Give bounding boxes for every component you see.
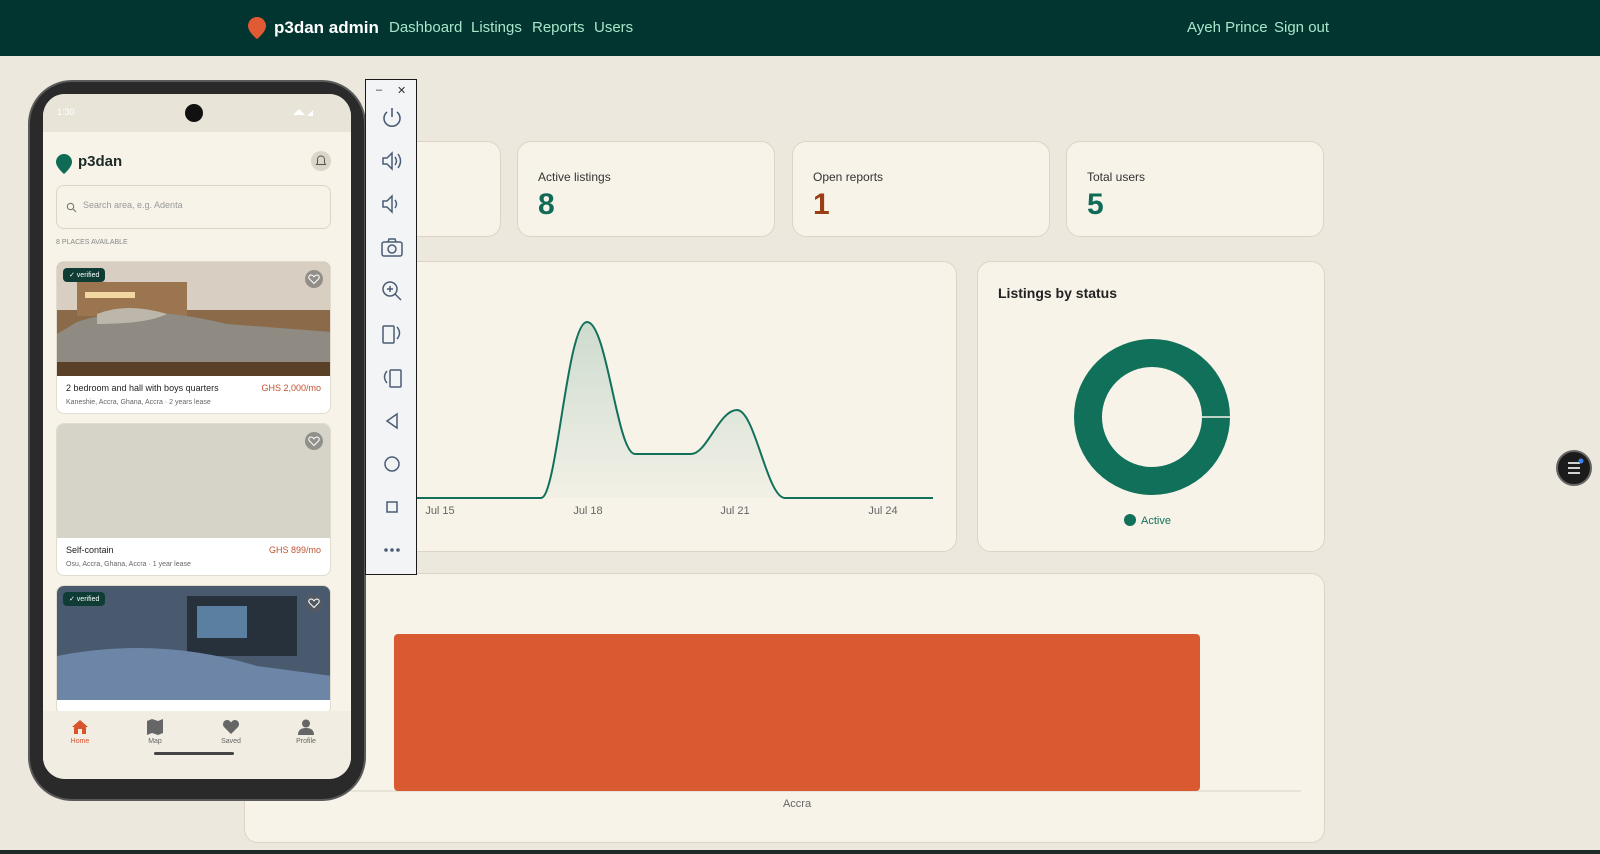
listing-title: 2 bedroom and hall with boys quarters	[66, 383, 219, 393]
emulator-toolbar: – ✕	[365, 79, 417, 575]
favorite-button[interactable]	[305, 594, 323, 612]
map-icon	[147, 719, 163, 735]
signal-icon	[293, 109, 313, 116]
user-icon	[298, 719, 314, 735]
heart-icon	[308, 436, 320, 447]
tab-label: Map	[148, 738, 162, 745]
home-indicator[interactable]	[154, 752, 234, 755]
places-count: 8 PLACES AVAILABLE	[56, 239, 128, 246]
nav-reports[interactable]: Reports	[532, 19, 585, 36]
search-icon	[66, 202, 77, 213]
stat-card-open-reports: Open reports 1	[792, 141, 1050, 237]
nav-users[interactable]: Users	[594, 19, 633, 36]
volume-down-icon[interactable]	[379, 191, 405, 217]
legend-label[interactable]: Active	[1141, 515, 1171, 527]
minimize-button[interactable]: –	[376, 84, 382, 96]
camera-icon[interactable]	[379, 235, 405, 261]
app-name: p3dan	[78, 153, 123, 170]
tab-home[interactable]: Home	[55, 719, 105, 745]
stat-label: Total users	[1087, 170, 1146, 184]
tab-map[interactable]: Map	[130, 719, 180, 745]
bottom-tab-bar: Home Map Saved Profile	[43, 711, 351, 779]
home-icon	[72, 720, 88, 734]
listing-photo-placeholder	[57, 424, 330, 538]
status-bar: 1:30	[43, 94, 351, 132]
listings-by-status-card: Listings by status Active	[977, 261, 1325, 552]
back-icon[interactable]	[379, 408, 405, 434]
tab-saved[interactable]: Saved	[206, 719, 256, 745]
stat-label: Active listings	[538, 170, 611, 184]
listing-location: Osu, Accra, Ghana, Accra · 1 year lease	[66, 561, 191, 568]
favorite-button[interactable]	[305, 270, 323, 288]
legend-swatch	[1124, 514, 1136, 526]
verified-badge: ✓ verified	[63, 268, 106, 282]
heart-icon	[308, 598, 320, 609]
rotate-left-icon[interactable]	[379, 321, 405, 347]
tab-label: Saved	[221, 738, 241, 745]
brand-name: p3dan admin	[274, 18, 379, 37]
notifications-button[interactable]	[311, 151, 331, 171]
listing-card[interactable]: Self-contain GHS 899/mo Osu, Accra, Ghan…	[56, 423, 331, 576]
heart-icon	[223, 720, 239, 734]
status-time: 1:30	[57, 107, 75, 117]
nav-dashboard[interactable]: Dashboard	[389, 19, 462, 36]
stat-card-total-users: Total users 5	[1066, 141, 1324, 237]
volume-up-icon[interactable]	[379, 148, 405, 174]
listings-by-city-card: 0 Accra	[244, 573, 1325, 843]
bar-accra[interactable]	[394, 634, 1200, 791]
page-bottom-edge	[0, 850, 1600, 854]
tab-label: Profile	[296, 738, 316, 745]
rotate-right-icon[interactable]	[379, 365, 405, 391]
sign-out-link[interactable]: Sign out	[1274, 19, 1329, 36]
user-name-link[interactable]: Ayeh Prince	[1187, 19, 1268, 36]
stat-value: 5	[1087, 188, 1104, 221]
donut-slice-active	[1074, 339, 1230, 495]
listing-price: GHS 2,000/mo	[261, 383, 321, 393]
stat-value: 1	[813, 188, 830, 221]
listing-card[interactable]: ✓ verified	[56, 585, 331, 715]
location-pin-icon	[248, 17, 266, 39]
bell-icon	[315, 155, 327, 165]
search-field[interactable]	[56, 185, 331, 229]
favorite-button[interactable]	[305, 432, 323, 450]
overview-icon[interactable]	[379, 494, 405, 520]
x-tick-label: Jul 24	[868, 505, 897, 517]
zoom-icon[interactable]	[379, 278, 405, 304]
search-input[interactable]	[83, 200, 313, 210]
phone-screen: 1:30 p3dan 8 PLACES AVAILABLE	[43, 94, 351, 779]
x-tick-label: Jul 15	[425, 505, 454, 517]
top-navbar: p3dan admin Dashboard Listings Reports U…	[0, 0, 1600, 56]
x-tick-label: Jul 21	[720, 505, 749, 517]
listing-location: Kaneshie, Accra, Ghana, Accra · 2 years …	[66, 399, 211, 406]
stat-value: 8	[538, 188, 555, 221]
floating-menu-button[interactable]	[1556, 450, 1592, 486]
home-circle-icon[interactable]	[379, 451, 405, 477]
x-tick-label: Jul 18	[573, 505, 602, 517]
tab-profile[interactable]: Profile	[281, 719, 331, 745]
x-tick-label: Accra	[783, 798, 812, 810]
listing-card[interactable]: ✓ verified 2 bedroom and hall with boys …	[56, 261, 331, 414]
status-donut-chart: Active	[1074, 339, 1230, 527]
stat-label: Open reports	[813, 170, 884, 184]
power-icon[interactable]	[379, 105, 405, 131]
heart-icon	[308, 274, 320, 285]
tab-label: Home	[70, 738, 90, 745]
more-icon[interactable]	[379, 537, 405, 563]
area-fill	[365, 322, 933, 498]
listings-by-city-bar-chart: 0 Accra	[279, 634, 1301, 810]
close-button[interactable]: ✕	[397, 84, 406, 97]
brand[interactable]: p3dan admin	[248, 17, 379, 39]
verified-badge: ✓ verified	[63, 592, 106, 606]
menu-icon	[1568, 458, 1584, 474]
stat-card-active-listings: Active listings 8	[517, 141, 775, 237]
listing-title: Self-contain	[66, 545, 114, 555]
front-camera	[185, 104, 203, 122]
nav-listings[interactable]: Listings	[471, 19, 522, 36]
app-logo-icon	[56, 154, 72, 174]
listing-price: GHS 899/mo	[268, 545, 321, 555]
